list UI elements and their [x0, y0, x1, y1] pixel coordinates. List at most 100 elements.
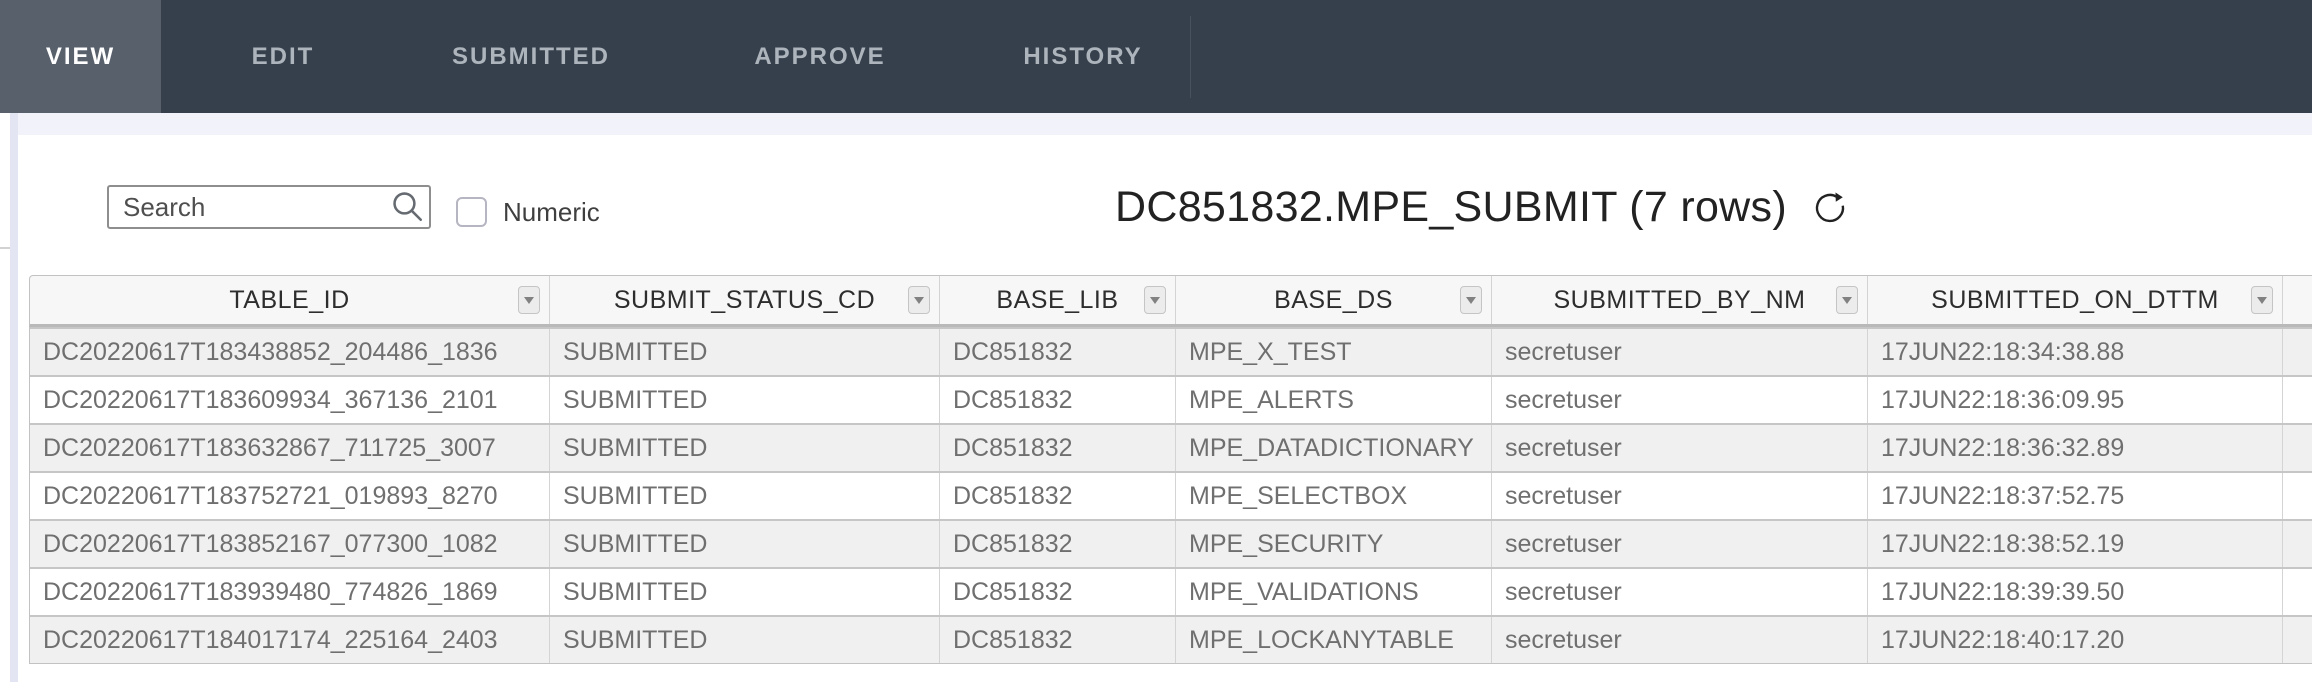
- column-header-table-id: TABLE_ID: [30, 276, 550, 324]
- column-header-label: SUBMITTED_ON_DTTM: [1931, 286, 2219, 315]
- table-cell: MPE_ALERTS: [1176, 377, 1492, 423]
- refresh-icon: [1812, 189, 1848, 225]
- table-cell: SUBMITTED: [550, 521, 940, 567]
- table-cell: secretuser: [1492, 569, 1868, 615]
- table-cell: DC20220617T183939480_774826_1869: [30, 569, 550, 615]
- tab-view[interactable]: VIEW: [0, 0, 161, 113]
- tab-history[interactable]: HISTORY: [1023, 0, 1142, 113]
- table-cell: DC851832: [940, 617, 1176, 663]
- table-cell-clipped: [2283, 425, 2312, 471]
- table-cell: DC20220617T184017174_225164_2403: [30, 617, 550, 663]
- table-row[interactable]: DC20220617T183438852_204486_1836 SUBMITT…: [30, 327, 2312, 375]
- column-header-label: SUBMITTED_BY_NM: [1554, 286, 1806, 315]
- table-cell-clipped: [2283, 377, 2312, 423]
- filter-dropdown-icon: [524, 297, 534, 304]
- table-cell: 17JUN22:18:34:38.88: [1868, 329, 2283, 375]
- filter-dropdown-icon: [1842, 297, 1852, 304]
- table-cell: SUBMITTED: [550, 425, 940, 471]
- filter-button[interactable]: [1836, 286, 1858, 314]
- table-cell: DC851832: [940, 569, 1176, 615]
- left-rail: [0, 113, 10, 682]
- table-cell: 17JUN22:18:37:52.75: [1868, 473, 2283, 519]
- table-cell: secretuser: [1492, 521, 1868, 567]
- table-cell: 17JUN22:18:39:39.50: [1868, 569, 2283, 615]
- table-cell: MPE_LOCKANYTABLE: [1176, 617, 1492, 663]
- search-input[interactable]: [107, 185, 431, 229]
- content-card: Numeric DC851832.MPE_SUBMIT (7 rows) TAB…: [18, 135, 2312, 682]
- table-cell: 17JUN22:18:40:17.20: [1868, 617, 2283, 663]
- app-screen: VIEW EDIT SUBMITTED APPROVE HISTORY Nume…: [0, 0, 2312, 682]
- column-header-submitted-by-nm: SUBMITTED_BY_NM: [1492, 276, 1868, 324]
- tab-approve[interactable]: APPROVE: [754, 0, 885, 113]
- table-cell: DC20220617T183752721_019893_8270: [30, 473, 550, 519]
- column-header-submitted-on-dttm: SUBMITTED_ON_DTTM: [1868, 276, 2283, 324]
- column-header-label: BASE_LIB: [996, 286, 1118, 315]
- table-cell: DC20220617T183632867_711725_3007: [30, 425, 550, 471]
- table-cell: MPE_X_TEST: [1176, 329, 1492, 375]
- filter-dropdown-icon: [1466, 297, 1476, 304]
- table-cell: DC851832: [940, 521, 1176, 567]
- table-cell: MPE_SELECTBOX: [1176, 473, 1492, 519]
- table-cell: secretuser: [1492, 617, 1868, 663]
- table-row[interactable]: DC20220617T183939480_774826_1869 SUBMITT…: [30, 567, 2312, 615]
- column-header-submit-status-cd: SUBMIT_STATUS_CD: [550, 276, 940, 324]
- table-cell: DC851832: [940, 425, 1176, 471]
- table-cell-clipped: [2283, 329, 2312, 375]
- table-cell: SUBMITTED: [550, 617, 940, 663]
- table-row[interactable]: DC20220617T183752721_019893_8270 SUBMITT…: [30, 471, 2312, 519]
- filter-button[interactable]: [518, 286, 540, 314]
- tab-bar: VIEW EDIT SUBMITTED APPROVE HISTORY: [0, 0, 2312, 113]
- filter-button[interactable]: [2251, 286, 2273, 314]
- filter-button[interactable]: [1144, 286, 1166, 314]
- tab-bar-divider: [1190, 16, 1191, 98]
- table-body: DC20220617T183438852_204486_1836 SUBMITT…: [29, 327, 2312, 664]
- numeric-checkbox-label: Numeric: [503, 193, 600, 231]
- tab-submitted[interactable]: SUBMITTED: [452, 0, 610, 113]
- table-cell: MPE_SECURITY: [1176, 521, 1492, 567]
- table-cell-clipped: [2283, 569, 2312, 615]
- table-cell: DC20220617T183609934_367136_2101: [30, 377, 550, 423]
- title-row: DC851832.MPE_SUBMIT (7 rows): [1115, 183, 1849, 231]
- column-header-label: BASE_DS: [1274, 286, 1393, 315]
- table-cell: DC20220617T183852167_077300_1082: [30, 521, 550, 567]
- table-row[interactable]: DC20220617T183632867_711725_3007 SUBMITT…: [30, 423, 2312, 471]
- filter-button[interactable]: [908, 286, 930, 314]
- table-cell: DC851832: [940, 377, 1176, 423]
- table-row[interactable]: DC20220617T183609934_367136_2101 SUBMITT…: [30, 375, 2312, 423]
- page-title: DC851832.MPE_SUBMIT (7 rows): [1115, 183, 1787, 232]
- filter-button[interactable]: [1460, 286, 1482, 314]
- numeric-checkbox[interactable]: [456, 197, 487, 227]
- table-header-row: TABLE_ID SUBMIT_STATUS_CD BASE_LIB BASE_…: [29, 275, 2312, 327]
- table-cell: DC20220617T183438852_204486_1836: [30, 329, 550, 375]
- refresh-button[interactable]: [1811, 188, 1849, 226]
- table-cell: secretuser: [1492, 425, 1868, 471]
- table-cell: DC851832: [940, 329, 1176, 375]
- table-cell-clipped: [2283, 473, 2312, 519]
- search-box: [107, 185, 431, 229]
- table-cell: SUBMITTED: [550, 569, 940, 615]
- table-cell: SUBMITTED: [550, 329, 940, 375]
- table-cell: secretuser: [1492, 377, 1868, 423]
- table-row[interactable]: DC20220617T184017174_225164_2403 SUBMITT…: [30, 615, 2312, 663]
- table-cell: DC851832: [940, 473, 1176, 519]
- table-row[interactable]: DC20220617T183852167_077300_1082 SUBMITT…: [30, 519, 2312, 567]
- table-cell: MPE_DATADICTIONARY: [1176, 425, 1492, 471]
- table-cell: 17JUN22:18:36:32.89: [1868, 425, 2283, 471]
- table-cell-clipped: [2283, 617, 2312, 663]
- vertical-scrollbar[interactable]: [10, 113, 18, 682]
- table-cell: secretuser: [1492, 329, 1868, 375]
- column-header-base-lib: BASE_LIB: [940, 276, 1176, 324]
- table-cell: SUBMITTED: [550, 473, 940, 519]
- filter-dropdown-icon: [914, 297, 924, 304]
- column-header-label: SUBMIT_STATUS_CD: [614, 286, 875, 315]
- table-cell: secretuser: [1492, 473, 1868, 519]
- tab-edit[interactable]: EDIT: [252, 0, 315, 113]
- data-table: TABLE_ID SUBMIT_STATUS_CD BASE_LIB BASE_…: [29, 275, 2312, 664]
- filter-dropdown-icon: [1150, 297, 1160, 304]
- column-header-label: TABLE_ID: [229, 286, 349, 315]
- table-cell: MPE_VALIDATIONS: [1176, 569, 1492, 615]
- table-cell: SUBMITTED: [550, 377, 940, 423]
- filter-dropdown-icon: [2257, 297, 2267, 304]
- column-header-clipped: [2283, 276, 2312, 324]
- table-cell: 17JUN22:18:38:52.19: [1868, 521, 2283, 567]
